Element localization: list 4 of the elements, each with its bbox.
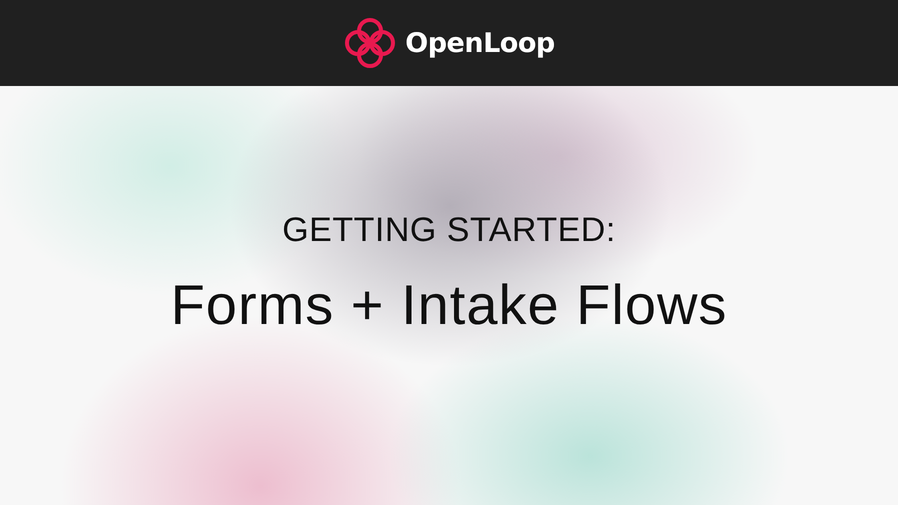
- brand-name: OpenLoop: [405, 28, 555, 58]
- interlocking-rings-logo-icon: [343, 16, 398, 70]
- eyebrow-heading: GETTING STARTED:: [282, 210, 616, 250]
- hero-title: Forms + Intake Flows: [170, 272, 728, 336]
